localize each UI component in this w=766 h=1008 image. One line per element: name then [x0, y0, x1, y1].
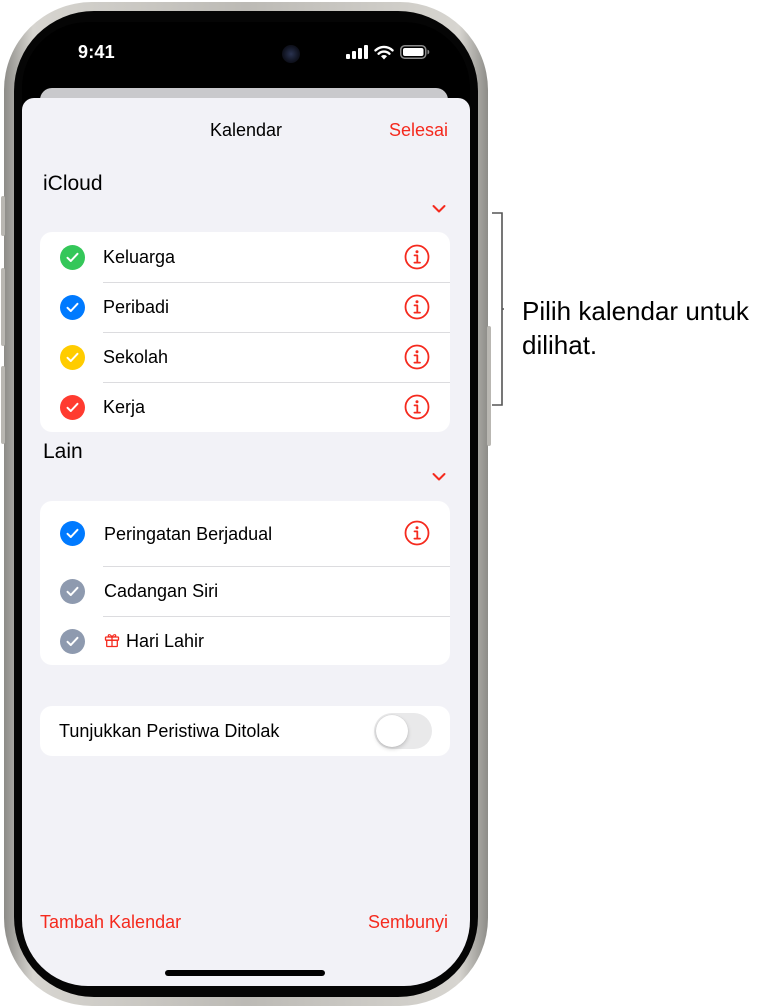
- calendar-row-sekolah[interactable]: Sekolah: [40, 332, 450, 382]
- checkmark-icon[interactable]: [60, 521, 85, 546]
- icloud-calendar-list: Keluarga Peribadi Sekolah Kerja: [40, 232, 450, 432]
- declined-events-toggle[interactable]: [374, 713, 432, 749]
- calendar-name: Peringatan Berjadual: [104, 524, 273, 544]
- status-bar: 9:41: [22, 22, 470, 82]
- wifi-icon: [374, 45, 394, 59]
- calendar-name: Peribadi: [103, 297, 170, 317]
- callout-bracket: [492, 212, 504, 406]
- action-button: [1, 196, 5, 236]
- calendar-row-kerja[interactable]: Kerja: [40, 382, 450, 432]
- hide-button[interactable]: Sembunyi: [368, 912, 448, 933]
- other-calendar-list: Peringatan Berjadual Cadangan Siri Hari …: [40, 501, 450, 665]
- calendar-name: Cadangan Siri: [104, 581, 219, 601]
- volume-down-button: [1, 366, 5, 444]
- declined-events-label: Tunjukkan Peristiwa Ditolak: [59, 721, 280, 741]
- checkmark-icon[interactable]: [60, 395, 85, 420]
- cellular-signal-icon: [346, 45, 368, 59]
- calendar-row-siri-suggestions[interactable]: Cadangan Siri: [40, 566, 450, 616]
- battery-icon: [400, 45, 430, 59]
- info-icon[interactable]: [404, 244, 430, 270]
- dynamic-island: [186, 36, 310, 72]
- calendars-sheet: Kalendar Selesai iCloud Keluarga Peribad…: [22, 98, 470, 986]
- info-icon[interactable]: [404, 344, 430, 370]
- info-icon[interactable]: [404, 294, 430, 320]
- checkmark-icon[interactable]: [60, 345, 85, 370]
- chevron-down-icon[interactable]: [432, 472, 446, 482]
- home-indicator: [165, 970, 325, 976]
- gift-icon: [104, 634, 120, 648]
- calendar-row-scheduled-reminders[interactable]: Peringatan Berjadual: [40, 501, 450, 566]
- checkmark-icon[interactable]: [60, 295, 85, 320]
- checkmark-icon[interactable]: [60, 579, 85, 604]
- calendar-row-birthdays[interactable]: Hari Lahir: [40, 616, 450, 665]
- chevron-down-icon[interactable]: [432, 204, 446, 214]
- callout-text: Pilih kalendar untuk dilihat.: [522, 296, 749, 360]
- status-icons: [346, 44, 430, 60]
- checkmark-icon[interactable]: [60, 245, 85, 270]
- info-icon[interactable]: [404, 520, 430, 546]
- calendar-row-peribadi[interactable]: Peribadi: [40, 282, 450, 332]
- status-time: 9:41: [78, 42, 115, 62]
- calendar-name: Keluarga: [103, 247, 176, 267]
- checkmark-icon[interactable]: [60, 629, 85, 654]
- add-calendar-button[interactable]: Tambah Kalendar: [40, 912, 181, 933]
- section-header-icloud: iCloud: [43, 172, 103, 195]
- section-header-other: Lain: [43, 440, 83, 463]
- volume-up-button: [1, 268, 5, 346]
- toggle-knob: [376, 715, 408, 747]
- calendar-name: Sekolah: [103, 347, 169, 367]
- info-icon[interactable]: [404, 394, 430, 420]
- done-button[interactable]: Selesai: [389, 120, 448, 141]
- calendar-name: Kerja: [103, 397, 146, 417]
- side-power-button: [487, 326, 491, 446]
- screen: 9:41 Kalendar Selesai iCloud Keluarga Pe…: [22, 22, 470, 986]
- front-camera-icon: [282, 45, 300, 63]
- declined-events-setting: Tunjukkan Peristiwa Ditolak: [40, 706, 450, 756]
- calendar-name: Hari Lahir: [126, 631, 205, 651]
- calendar-row-keluarga[interactable]: Keluarga: [40, 232, 450, 282]
